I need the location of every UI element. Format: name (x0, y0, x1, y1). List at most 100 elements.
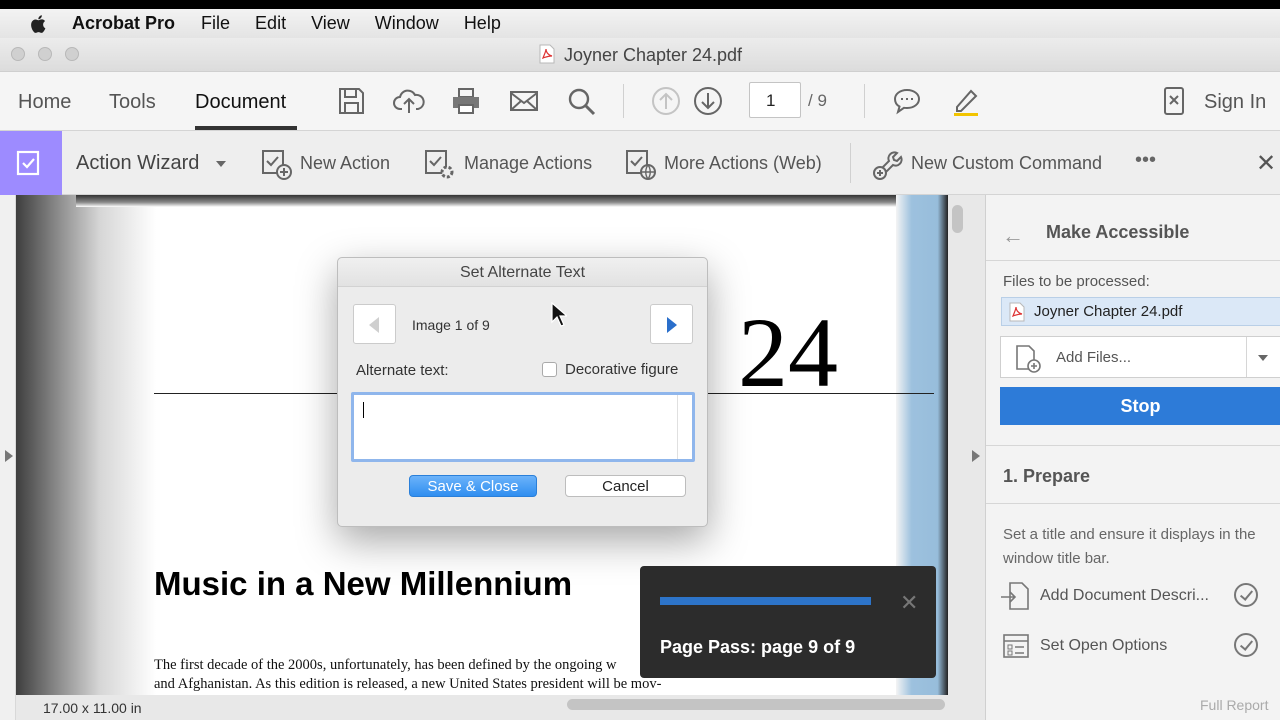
add-description-icon (1001, 582, 1029, 610)
expand-left-panel-icon[interactable] (5, 450, 13, 462)
previous-image-button[interactable] (353, 304, 396, 344)
menu-help[interactable]: Help (464, 13, 501, 34)
check-circle-icon (1234, 633, 1258, 657)
close-toast-icon[interactable]: ✕ (900, 590, 918, 616)
pdf-file-icon (539, 44, 555, 64)
menu-view[interactable]: View (311, 13, 350, 34)
decorative-figure-label[interactable]: Decorative figure (565, 361, 678, 378)
mobile-icon[interactable] (1158, 85, 1190, 117)
cancel-button[interactable]: Cancel (565, 475, 686, 497)
body-text-line: and Afghanistan. As this edition is rele… (154, 676, 662, 692)
chevron-down-icon[interactable] (216, 161, 226, 167)
step-label: Set Open Options (1040, 637, 1168, 654)
menu-file[interactable]: File (201, 13, 230, 34)
full-report-link[interactable]: Full Report (1200, 697, 1268, 713)
active-tab-indicator (195, 126, 297, 130)
search-icon[interactable] (565, 85, 597, 117)
new-custom-command-icon[interactable] (871, 147, 905, 181)
progress-toast: ✕ Page Pass: page 9 of 9 (640, 566, 936, 678)
document-title: Joyner Chapter 24.pdf (563, 45, 743, 65)
vertical-scrollbar[interactable] (952, 205, 963, 233)
window-title: Joyner Chapter 24.pdf (0, 44, 1280, 66)
horizontal-scrollbar[interactable] (567, 699, 945, 710)
expand-right-panel-icon[interactable] (972, 450, 980, 462)
new-action-icon[interactable] (260, 147, 294, 181)
alternate-text-input[interactable] (351, 392, 695, 462)
action-wizard-bar: Action Wizard New Action Manage Actions … (0, 131, 1280, 195)
window-title-bar: Joyner Chapter 24.pdf (0, 38, 1280, 72)
toast-message: Page Pass: page 9 of 9 (660, 637, 856, 657)
step-set-open-options[interactable]: Set Open Options (1000, 629, 1280, 663)
action-wizard-tool-button[interactable] (0, 131, 62, 195)
print-icon[interactable] (450, 85, 482, 117)
tab-document[interactable]: Document (195, 91, 286, 114)
menu-edit[interactable]: Edit (255, 13, 286, 34)
apple-icon[interactable] (28, 13, 50, 35)
files-label: Files to be processed: (1003, 273, 1150, 290)
save-close-button[interactable]: Save & Close (409, 475, 537, 497)
top-letterbox (0, 0, 1280, 9)
highlight-icon[interactable] (949, 85, 981, 117)
mouse-cursor-icon (551, 302, 567, 327)
close-toolbar-icon[interactable]: ✕ (1256, 149, 1276, 178)
make-accessible-panel: ← Make Accessible Files to be processed:… (985, 195, 1280, 720)
new-custom-command-button[interactable]: New Custom Command (911, 153, 1102, 174)
menu-window[interactable]: Window (375, 13, 439, 34)
app-name-menu[interactable]: Acrobat Pro (72, 13, 175, 34)
pdf-file-icon (1009, 302, 1025, 322)
tab-home[interactable]: Home (18, 91, 71, 114)
image-counter: Image 1 of 9 (412, 317, 490, 333)
step-label: Add Document Descri... (1040, 587, 1209, 604)
action-wizard-label[interactable]: Action Wizard (76, 152, 199, 175)
comment-icon[interactable] (891, 85, 923, 117)
back-arrow-icon[interactable]: ← (1002, 223, 1024, 249)
page-top-edge (76, 195, 948, 207)
panel-divider (986, 445, 1280, 446)
add-files-divider (1246, 337, 1247, 377)
more-options-icon[interactable]: ••• (1135, 149, 1156, 172)
manage-actions-button[interactable]: Manage Actions (464, 153, 592, 174)
panel-divider (986, 503, 1280, 504)
main-toolbar: Home Tools Document 1 / 9 Sign In (0, 72, 1280, 131)
arrow-left-icon (369, 317, 379, 333)
save-icon[interactable] (335, 85, 367, 117)
sign-in-link[interactable]: Sign In (1204, 91, 1266, 114)
email-icon[interactable] (508, 85, 540, 117)
file-name: Joyner Chapter 24.pdf (1034, 303, 1183, 320)
action-wizard-icon (16, 150, 40, 176)
body-text-line: The first decade of the 2000s, unfortuna… (154, 657, 617, 673)
dialog-title: Set Alternate Text (459, 264, 586, 281)
manage-actions-icon[interactable] (423, 147, 457, 181)
toolbar-divider (623, 84, 624, 118)
open-options-icon (1003, 634, 1029, 658)
textarea-scroll-track (677, 395, 678, 459)
panel-divider (986, 260, 1280, 261)
toolbar-divider (864, 84, 865, 118)
new-action-button[interactable]: New Action (300, 153, 390, 174)
next-image-button[interactable] (650, 304, 693, 344)
book-spine-shadow (16, 195, 156, 695)
decorative-figure-checkbox[interactable] (542, 362, 557, 377)
page-up-icon[interactable] (650, 85, 682, 117)
step-add-document-description[interactable]: Add Document Descri... (1000, 579, 1280, 613)
stop-button[interactable]: Stop (1000, 387, 1280, 425)
more-actions-web-button[interactable]: More Actions (Web) (664, 153, 822, 174)
file-list-item[interactable]: Joyner Chapter 24.pdf (1001, 297, 1280, 326)
page-total: / 9 (808, 91, 827, 110)
chapter-title: Music in a New Millennium (154, 565, 573, 602)
page-down-icon[interactable] (692, 85, 724, 117)
chevron-down-icon[interactable] (1258, 355, 1268, 361)
set-alternate-text-dialog: Set Alternate Text Image 1 of 9 Alternat… (337, 257, 708, 527)
menu-bar: Acrobat Pro File Edit View Window Help (0, 9, 1280, 38)
arrow-right-icon (667, 317, 677, 333)
page-number-input[interactable]: 1 (749, 82, 801, 118)
chapter-number: 24 (738, 297, 838, 408)
action-bar-divider (850, 143, 851, 183)
add-files-button[interactable]: Add Files... (1000, 336, 1280, 378)
section-description: Set a title and ensure it displays in th… (1003, 526, 1256, 567)
upload-icon[interactable] (393, 85, 425, 117)
page-size-status: 17.00 x 11.00 in (43, 700, 142, 716)
tab-tools[interactable]: Tools (109, 91, 156, 114)
alternate-text-label: Alternate text: (356, 362, 449, 379)
more-actions-web-icon[interactable] (624, 147, 658, 181)
